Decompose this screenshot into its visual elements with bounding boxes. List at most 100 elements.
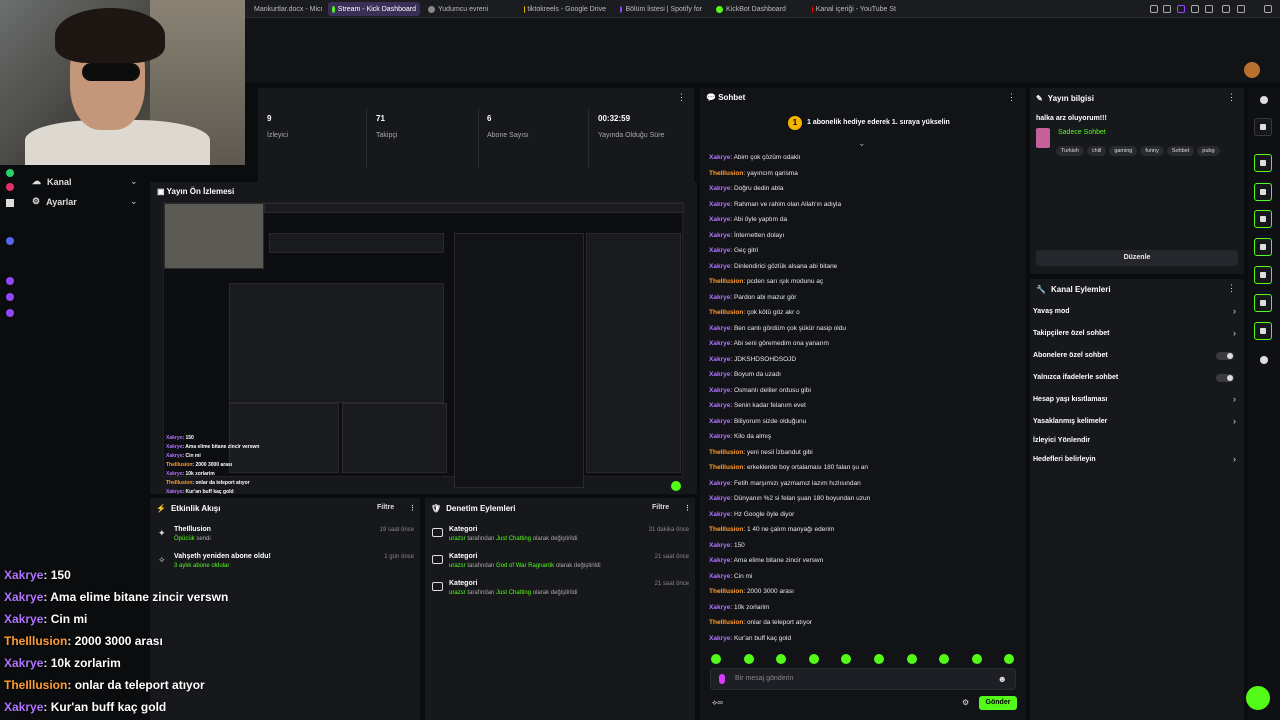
emote-icon[interactable] bbox=[906, 654, 917, 664]
avatar[interactable] bbox=[1244, 62, 1260, 78]
chat-username[interactable]: Xakrye bbox=[709, 573, 730, 580]
share-icon[interactable] bbox=[6, 293, 14, 301]
chat-username[interactable]: TheIllusion bbox=[709, 449, 743, 456]
more-icon[interactable]: ⋮ bbox=[684, 504, 691, 512]
filter-button[interactable]: Filtre bbox=[652, 504, 669, 511]
chat-username[interactable]: Xakrye bbox=[709, 495, 730, 502]
x-icon[interactable] bbox=[6, 199, 14, 207]
channel-action[interactable]: Takipçilere özel sohbet bbox=[1033, 330, 1110, 337]
emoji-icon[interactable]: ☻ bbox=[998, 674, 1007, 684]
browser-tab[interactable]: Stream - Kick Dashboard bbox=[328, 2, 420, 16]
menu-icon[interactable] bbox=[1264, 5, 1272, 13]
edit-button[interactable]: Düzenle bbox=[1036, 250, 1238, 266]
sidebar-item-ayarlar[interactable]: ⚙ Ayarlar bbox=[32, 196, 77, 207]
chat-username[interactable]: Xakrye bbox=[709, 232, 730, 239]
whatsapp-icon[interactable] bbox=[6, 169, 14, 177]
chat-username[interactable]: Xakrye bbox=[709, 263, 730, 270]
chevron-down-icon[interactable]: ⌄ bbox=[130, 196, 138, 207]
chevron-down-icon[interactable]: ⌄ bbox=[130, 176, 138, 187]
chat-username[interactable]: Xakrye bbox=[709, 433, 730, 440]
channel-action[interactable]: Yasaklanmış kelimeler bbox=[1033, 418, 1107, 425]
emote-icon[interactable] bbox=[808, 654, 819, 664]
chat-username[interactable]: Xakrye bbox=[709, 418, 730, 425]
shield-icon[interactable] bbox=[1177, 5, 1185, 13]
wrench-tool-button[interactable] bbox=[1254, 322, 1272, 340]
emote-icon[interactable] bbox=[971, 654, 982, 664]
chat-input[interactable]: Bir mesaj gönderin ☻ bbox=[710, 668, 1016, 690]
chat-username[interactable]: TheIllusion bbox=[709, 278, 743, 285]
chevron-right-icon[interactable]: › bbox=[1233, 454, 1236, 464]
chevron-right-icon[interactable]: › bbox=[1233, 394, 1236, 404]
chat-username[interactable]: Xakrye bbox=[709, 402, 730, 409]
chevron-right-icon[interactable]: › bbox=[1233, 306, 1236, 316]
channel-action[interactable]: Hedefleri belirleyin bbox=[1033, 456, 1096, 463]
link-tool-button[interactable] bbox=[1254, 266, 1272, 284]
assistant-fab-button[interactable] bbox=[1246, 686, 1270, 710]
emote-icon[interactable] bbox=[711, 654, 721, 664]
chat-username[interactable]: TheIllusion bbox=[709, 526, 743, 533]
more-icon[interactable]: ⋮ bbox=[1227, 92, 1236, 103]
chevron-right-icon[interactable]: › bbox=[1233, 416, 1236, 426]
chat-username[interactable]: Xakrye bbox=[709, 635, 730, 642]
browser-tab[interactable]: tiktokreels - Google Drive bbox=[520, 2, 610, 16]
bookmark-icon[interactable] bbox=[1150, 5, 1158, 13]
add-icon[interactable] bbox=[1260, 356, 1268, 364]
puzzle-icon[interactable] bbox=[1222, 5, 1230, 13]
toggle-switch[interactable] bbox=[1216, 374, 1234, 382]
chat-username[interactable]: TheIllusion bbox=[709, 464, 743, 471]
browser-tab[interactable]: KickBot Dashboard bbox=[712, 2, 802, 16]
emote-icon[interactable] bbox=[743, 654, 754, 664]
info-icon[interactable] bbox=[1260, 96, 1268, 104]
sidebar-item-kanal[interactable]: ☁ Kanal bbox=[32, 176, 72, 187]
chat-username[interactable]: Xakrye bbox=[709, 387, 730, 394]
chat-username[interactable]: Xakrye bbox=[709, 294, 730, 301]
chat-username[interactable]: Xakrye bbox=[709, 542, 730, 549]
gift-banner[interactable]: 1 abonelik hediye ederek 1. sıraya yükse… bbox=[807, 119, 950, 126]
instagram-icon[interactable] bbox=[6, 183, 14, 191]
clock-icon[interactable] bbox=[6, 277, 14, 285]
browser-tab[interactable]: Kanal içeriği - YouTube St bbox=[808, 2, 900, 16]
emote-icon[interactable] bbox=[841, 654, 852, 664]
chat-username[interactable]: TheIllusion bbox=[709, 619, 743, 626]
chat-username[interactable]: TheIllusion bbox=[709, 588, 743, 595]
chat-username[interactable]: Xakrye bbox=[709, 604, 730, 611]
more-icon[interactable]: ⋮ bbox=[1007, 92, 1016, 103]
channel-action[interactable]: Hesap yaşı kısıtlaması bbox=[1033, 396, 1107, 403]
category-name[interactable]: Sadece Sohbet bbox=[1058, 129, 1106, 136]
filter-button[interactable]: Filtre bbox=[377, 504, 394, 511]
chat-username[interactable]: Xakrye bbox=[709, 325, 730, 332]
chat-username[interactable]: Xakrye bbox=[709, 247, 730, 254]
infinity-icon[interactable]: ⟡∞ bbox=[712, 698, 723, 708]
trash-tool-button[interactable] bbox=[1254, 210, 1272, 228]
chat-username[interactable]: Xakrye bbox=[709, 557, 730, 564]
preview-video[interactable]: Xakrye: 150 Xakrye: Ama elime bitane zinc… bbox=[163, 202, 684, 495]
chevron-down-icon[interactable]: ⌄ bbox=[858, 138, 866, 149]
channel-action[interactable]: Abonelere özel sohbet bbox=[1033, 352, 1108, 359]
chat-username[interactable]: Xakrye bbox=[709, 480, 730, 487]
chat-username[interactable]: Xakrye bbox=[709, 185, 730, 192]
chat-username[interactable]: TheIllusion bbox=[709, 170, 743, 177]
chat-username[interactable]: Xakrye bbox=[709, 154, 730, 161]
browser-tab[interactable]: Mankurtlar.docx - Microso bbox=[247, 2, 322, 16]
chevron-right-icon[interactable]: › bbox=[1233, 328, 1236, 338]
more-icon[interactable]: ⋮ bbox=[677, 92, 686, 103]
chat-username[interactable]: Xakrye bbox=[709, 340, 730, 347]
chat-username[interactable]: Xakrye bbox=[709, 511, 730, 518]
extension-icon[interactable] bbox=[1163, 5, 1171, 13]
chat-username[interactable]: Xakrye bbox=[709, 356, 730, 363]
browser-tab[interactable]: Yudumcu evreni bbox=[424, 2, 514, 16]
more-icon[interactable]: ⋮ bbox=[1227, 283, 1236, 294]
play-icon[interactable] bbox=[1191, 5, 1199, 13]
channel-action[interactable]: Yavaş mod bbox=[1033, 308, 1070, 315]
emote-icon[interactable] bbox=[939, 654, 950, 664]
edit-tool-button[interactable] bbox=[1254, 118, 1272, 136]
channel-action[interactable]: Yalnızca ifadelerle sohbet bbox=[1033, 374, 1118, 381]
channel-action[interactable]: İzleyici Yönlendir bbox=[1033, 437, 1090, 444]
browser-tab[interactable]: Bölüm listesi | Spotify for bbox=[616, 2, 706, 16]
emote-icon[interactable] bbox=[1004, 654, 1015, 664]
send-button[interactable]: Gönder bbox=[979, 696, 1017, 710]
more-icon[interactable]: ⋮ bbox=[409, 504, 416, 512]
profile-icon[interactable] bbox=[1237, 5, 1245, 13]
bolt-tool-button[interactable] bbox=[1254, 183, 1272, 201]
chat-username[interactable]: TheIllusion bbox=[709, 309, 743, 316]
